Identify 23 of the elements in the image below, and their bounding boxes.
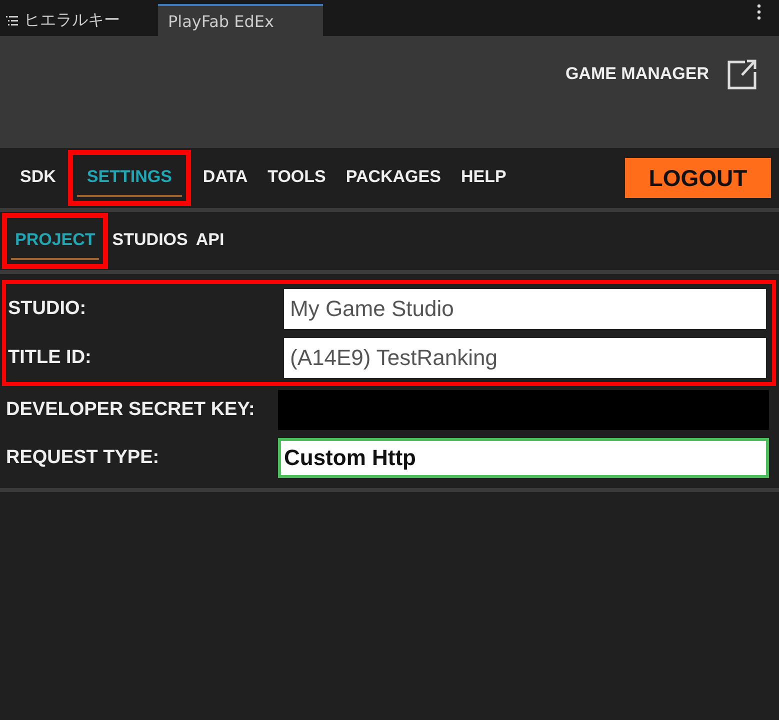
- field-label: STUDIO:: [7, 298, 88, 320]
- nav-tab[interactable]: API: [192, 222, 228, 260]
- input-field[interactable]: (A14E9) TestRanking: [284, 338, 766, 378]
- nav-tab[interactable]: STUDIOS: [108, 222, 192, 260]
- more-icon[interactable]: [757, 4, 761, 20]
- nav-tab[interactable]: DATA: [192, 159, 258, 197]
- nav-tab[interactable]: HELP: [450, 159, 516, 197]
- field-label: TITLE ID:: [7, 346, 92, 368]
- nav-tab[interactable]: SDK: [10, 159, 66, 197]
- window-tab[interactable]: ヒエラルキー: [0, 4, 155, 36]
- nav-tab[interactable]: TOOLS: [258, 159, 336, 197]
- nav-tab[interactable]: PROJECT: [11, 222, 100, 260]
- nav-tab[interactable]: SETTINGS: [76, 159, 182, 197]
- hierarchy-icon: [6, 14, 18, 26]
- logout-button[interactable]: LOGOUT: [625, 158, 771, 198]
- external-link-icon[interactable]: [725, 58, 757, 90]
- nav-tab[interactable]: PACKAGES: [336, 159, 451, 197]
- input-field[interactable]: My Game Studio: [284, 288, 766, 328]
- field-label: DEVELOPER SECRET KEY:: [5, 399, 256, 421]
- game-manager-link[interactable]: GAME MANAGER: [565, 64, 709, 84]
- input-field[interactable]: Custom Http: [278, 438, 769, 478]
- field-label: REQUEST TYPE:: [5, 447, 160, 469]
- window-tab[interactable]: PlayFab EdEx: [158, 4, 323, 36]
